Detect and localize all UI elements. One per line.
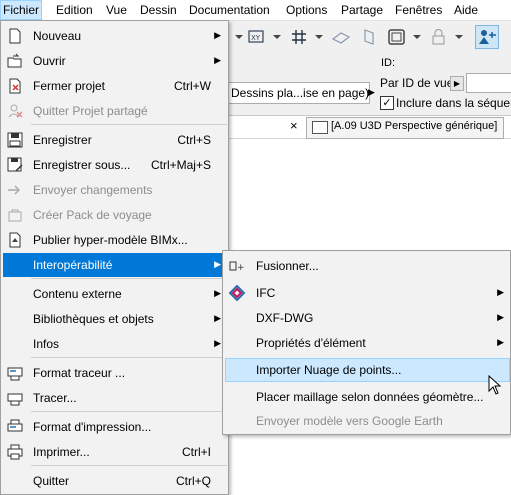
- leave-shared-icon: [7, 103, 23, 119]
- menu-fichier[interactable]: Fichier: [0, 0, 43, 20]
- layout-icon[interactable]: [385, 25, 409, 49]
- save-as-icon: [7, 157, 23, 173]
- ifc-icon: [228, 284, 246, 302]
- printer-icon: [7, 444, 23, 460]
- submenu-arrow: ▶: [214, 259, 221, 269]
- submenu-arrow: ▶: [214, 30, 221, 40]
- menu-item-format-impression[interactable]: Format d'impression...: [3, 415, 227, 439]
- toolbar: XY: [229, 21, 511, 54]
- menu-item-bibliotheques-objets[interactable]: Bibliothèques et objets ▶: [3, 307, 227, 331]
- menu-item-creer-pack-voyage[interactable]: Créer Pack de voyage: [3, 203, 227, 227]
- plane-icon[interactable]: [329, 25, 353, 49]
- submenu-item-importer-nuage-points[interactable]: Importer Nuage de points...: [225, 358, 510, 382]
- tab-close-icon[interactable]: ×: [290, 118, 298, 133]
- menu-separator: [31, 124, 227, 125]
- menu-vue[interactable]: Vue: [104, 0, 129, 20]
- menu-item-publier-bimx[interactable]: Publier hyper-modèle BIMx...: [3, 228, 227, 252]
- open-folder-icon: [7, 53, 23, 69]
- menu-aide[interactable]: Aide: [452, 0, 480, 20]
- menu-item-quitter[interactable]: Quitter Ctrl+Q: [3, 469, 227, 493]
- menubar: Fichier Edition Vue Dessin Documentation…: [0, 0, 511, 21]
- print-format-icon: [7, 419, 23, 435]
- tab-label: [A.09 U3D Perspective générique]: [331, 120, 498, 132]
- teamwork-icon[interactable]: [475, 25, 499, 49]
- file-menu: Nouveau ▶ Ouvrir ▶ Fermer projet Ctrl+W …: [0, 20, 229, 495]
- plot-icon: [7, 390, 23, 406]
- submenu-arrow: ▶: [214, 288, 221, 298]
- dessins-dropdown[interactable]: Dessins pla...ise en page): [227, 82, 370, 104]
- merge-icon: +: [229, 258, 245, 274]
- submenu-arrow: ▶: [214, 338, 221, 348]
- par-id-arrow-button[interactable]: ▶: [450, 76, 464, 91]
- submenu-item-fusionner[interactable]: + Fusionner...: [225, 254, 510, 278]
- close-project-icon: [7, 78, 23, 94]
- interop-submenu: + Fusionner... IFC ▶ DXF-DWG ▶ Propriété…: [222, 250, 511, 435]
- id-label: ID:: [381, 57, 396, 69]
- travel-pack-icon: [7, 207, 23, 223]
- menu-edition[interactable]: Edition: [54, 0, 95, 20]
- menu-item-fermer-projet[interactable]: Fermer projet Ctrl+W: [3, 74, 227, 98]
- par-id-field[interactable]: [466, 73, 511, 93]
- menu-item-ouvrir[interactable]: Ouvrir ▶: [3, 49, 227, 73]
- door-icon[interactable]: [357, 25, 381, 49]
- svg-text:XY: XY: [251, 34, 261, 42]
- menu-separator: [31, 357, 227, 358]
- new-document-icon: [7, 28, 23, 44]
- submenu-item-proprietes-element[interactable]: Propriétés d'élément ▶: [225, 331, 510, 355]
- mouse-cursor-icon: [488, 374, 502, 398]
- save-icon: [7, 132, 23, 148]
- submenu-arrow: ▶: [214, 55, 221, 65]
- send-changes-icon: [7, 182, 23, 198]
- submenu-item-dxf-dwg[interactable]: DXF-DWG ▶: [225, 306, 510, 330]
- menu-partage[interactable]: Partage: [339, 0, 385, 20]
- toolbar-dropdown-arrow-5[interactable]: [451, 25, 475, 49]
- view-xy-icon[interactable]: XY: [245, 25, 269, 49]
- submenu-item-placer-maillage[interactable]: Placer maillage selon données géomètre..…: [225, 385, 510, 409]
- menu-separator: [31, 465, 227, 466]
- menu-item-quitter-projet-partage[interactable]: Quitter Projet partagé: [3, 99, 227, 123]
- submenu-arrow: ▶: [214, 313, 221, 323]
- menu-item-envoyer-changements[interactable]: Envoyer changements: [3, 178, 227, 202]
- menu-separator: [31, 411, 227, 412]
- submenu-item-ifc[interactable]: IFC ▶: [225, 281, 510, 305]
- menu-item-tracer[interactable]: Tracer...: [3, 386, 227, 410]
- include-label: Inclure dans la séquen: [396, 96, 511, 110]
- par-id-label: Par ID de vue: [380, 76, 454, 90]
- menu-item-imprimer[interactable]: Imprimer... Ctrl+I: [3, 440, 227, 464]
- 3d-window-icon: [312, 121, 328, 134]
- submenu-arrow: ▶: [497, 337, 504, 347]
- menu-item-enregistrer[interactable]: Enregistrer Ctrl+S: [3, 128, 227, 152]
- grid-snap-icon[interactable]: [287, 25, 311, 49]
- menu-documentation[interactable]: Documentation: [187, 0, 272, 20]
- submenu-item-envoyer-google-earth[interactable]: Envoyer modèle vers Google Earth: [225, 409, 510, 433]
- bimx-icon: [7, 232, 23, 248]
- menu-item-infos[interactable]: Infos ▶: [3, 332, 227, 356]
- menu-item-format-traceur[interactable]: Format traceur ...: [3, 361, 227, 385]
- dessins-dropdown-arrow[interactable]: ▶: [368, 87, 375, 98]
- menu-dessin[interactable]: Dessin: [138, 0, 179, 20]
- menu-options[interactable]: Options: [284, 0, 329, 20]
- menu-item-enregistrer-sous[interactable]: Enregistrer sous... Ctrl+Maj+S: [3, 153, 227, 177]
- include-checkbox[interactable]: ✓: [380, 96, 394, 110]
- menu-item-nouveau[interactable]: Nouveau ▶: [3, 24, 227, 48]
- menu-item-contenu-externe[interactable]: Contenu externe ▶: [3, 282, 227, 306]
- menu-item-interoperabilite[interactable]: Interopérabilité ▶: [3, 253, 227, 277]
- menu-fenetres[interactable]: Fenêtres: [393, 0, 444, 20]
- submenu-arrow: ▶: [497, 287, 504, 297]
- submenu-arrow: ▶: [497, 312, 504, 322]
- svg-text:+: +: [237, 263, 245, 273]
- menu-separator: [31, 278, 227, 279]
- lock-icon[interactable]: [427, 25, 451, 49]
- plotter-format-icon: [7, 365, 23, 381]
